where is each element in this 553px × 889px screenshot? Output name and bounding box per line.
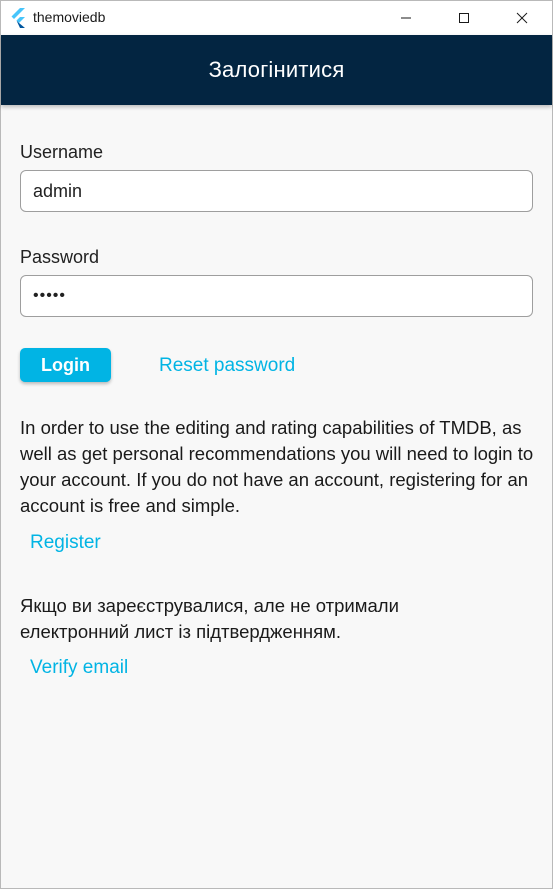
register-link[interactable]: Register [30,532,101,554]
flutter-logo-icon [11,8,25,28]
verify-email-link[interactable]: Verify email [30,657,128,679]
username-field[interactable]: admin [20,170,533,212]
verify-info-text: Якщо ви зареєструвалися, але не отримали… [20,595,399,642]
title-bar[interactable]: themoviedb [1,1,552,35]
minimize-icon [401,17,411,19]
maximize-button[interactable] [435,1,493,35]
password-value: ••••• [33,287,67,304]
username-label: Username [20,142,104,162]
close-icon [516,12,528,24]
app-bar: Залогінитися [1,35,552,105]
close-button[interactable] [493,1,551,35]
login-button[interactable]: Login [20,348,111,382]
reset-password-link[interactable]: Reset password [159,355,295,377]
minimize-button[interactable] [377,1,435,35]
login-info-text: In order to use the editing and rating c… [20,417,534,516]
window-title: themoviedb [33,9,106,25]
app-window: themoviedb Залогінитися Username admin P… [0,0,553,889]
password-label: Password [20,247,100,267]
username-value: admin [33,180,83,201]
page-title: Залогінитися [208,57,345,82]
password-field[interactable]: ••••• [20,275,533,317]
maximize-icon [459,13,469,23]
